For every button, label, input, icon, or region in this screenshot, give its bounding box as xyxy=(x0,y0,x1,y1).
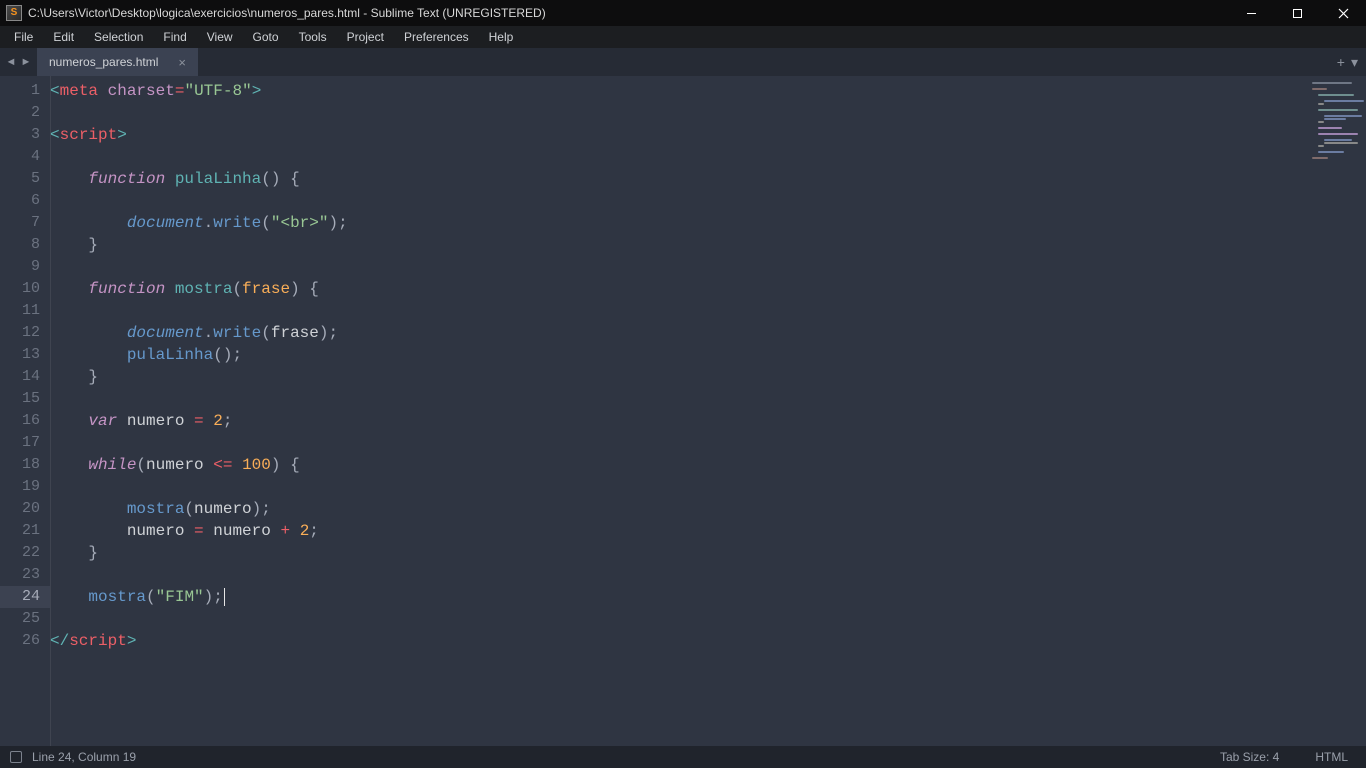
line-number[interactable]: 25 xyxy=(0,608,50,630)
tab-label: numeros_pares.html xyxy=(49,55,158,69)
gutter[interactable]: 1234567891011121314151617181920212223242… xyxy=(0,76,50,746)
line-number[interactable]: 8 xyxy=(0,234,50,256)
menu-goto[interactable]: Goto xyxy=(243,28,289,46)
tab-close-button[interactable]: × xyxy=(178,55,186,70)
line-number[interactable]: 20 xyxy=(0,498,50,520)
tab-history-nav: ◄ ► xyxy=(0,48,37,76)
menubar: File Edit Selection Find View Goto Tools… xyxy=(0,26,1366,48)
line-number[interactable]: 18 xyxy=(0,454,50,476)
tab-active[interactable]: numeros_pares.html × xyxy=(37,48,198,76)
tab-forward-button[interactable]: ► xyxy=(19,53,33,71)
line-number[interactable]: 24 xyxy=(0,586,50,608)
line-number[interactable]: 16 xyxy=(0,410,50,432)
menu-edit[interactable]: Edit xyxy=(43,28,84,46)
editor: 1234567891011121314151617181920212223242… xyxy=(0,76,1366,746)
status-cursor-position: Line 24, Column 19 xyxy=(32,750,136,764)
tab-back-button[interactable]: ◄ xyxy=(4,53,18,71)
status-tab-size[interactable]: Tab Size: 4 xyxy=(1220,750,1279,764)
line-number[interactable]: 6 xyxy=(0,190,50,212)
line-number[interactable]: 26 xyxy=(0,630,50,652)
minimize-icon xyxy=(1246,8,1257,19)
minimize-button[interactable] xyxy=(1228,0,1274,26)
menu-project[interactable]: Project xyxy=(337,28,394,46)
line-number[interactable]: 13 xyxy=(0,344,50,366)
close-icon xyxy=(1338,8,1349,19)
line-number[interactable]: 7 xyxy=(0,212,50,234)
window-title: C:\Users\Victor\Desktop\logica\exercicio… xyxy=(28,6,546,20)
line-number[interactable]: 2 xyxy=(0,102,50,124)
line-number[interactable]: 5 xyxy=(0,168,50,190)
line-number[interactable]: 22 xyxy=(0,542,50,564)
tab-dropdown-button[interactable]: ▾ xyxy=(1351,54,1358,71)
titlebar[interactable]: S C:\Users\Victor\Desktop\logica\exercic… xyxy=(0,0,1366,26)
line-number[interactable]: 23 xyxy=(0,564,50,586)
app-window: S C:\Users\Victor\Desktop\logica\exercic… xyxy=(0,0,1366,768)
line-number[interactable]: 19 xyxy=(0,476,50,498)
line-number[interactable]: 21 xyxy=(0,520,50,542)
app-icon: S xyxy=(6,5,22,21)
code-area[interactable]: <meta charset="UTF-8"> <script> function… xyxy=(50,76,1308,746)
maximize-icon xyxy=(1292,8,1303,19)
line-number[interactable]: 1 xyxy=(0,80,50,102)
status-syntax[interactable]: HTML xyxy=(1315,750,1348,764)
panel-switch-icon[interactable] xyxy=(10,751,22,763)
line-number[interactable]: 12 xyxy=(0,322,50,344)
window-controls xyxy=(1228,0,1366,26)
minimap[interactable] xyxy=(1308,76,1366,746)
line-number[interactable]: 15 xyxy=(0,388,50,410)
line-number[interactable]: 9 xyxy=(0,256,50,278)
line-number[interactable]: 4 xyxy=(0,146,50,168)
tabbar: ◄ ► numeros_pares.html × + ▾ xyxy=(0,48,1366,76)
menu-preferences[interactable]: Preferences xyxy=(394,28,479,46)
statusbar: Line 24, Column 19 Tab Size: 4 HTML xyxy=(0,746,1366,768)
close-button[interactable] xyxy=(1320,0,1366,26)
menu-help[interactable]: Help xyxy=(479,28,524,46)
menu-view[interactable]: View xyxy=(197,28,243,46)
menu-file[interactable]: File xyxy=(4,28,43,46)
line-number[interactable]: 10 xyxy=(0,278,50,300)
menu-find[interactable]: Find xyxy=(153,28,196,46)
line-number[interactable]: 14 xyxy=(0,366,50,388)
line-number[interactable]: 3 xyxy=(0,124,50,146)
maximize-button[interactable] xyxy=(1274,0,1320,26)
line-number[interactable]: 11 xyxy=(0,300,50,322)
menu-selection[interactable]: Selection xyxy=(84,28,153,46)
text-cursor xyxy=(224,588,225,606)
line-number[interactable]: 17 xyxy=(0,432,50,454)
new-tab-button[interactable]: + xyxy=(1337,54,1345,70)
menu-tools[interactable]: Tools xyxy=(289,28,337,46)
